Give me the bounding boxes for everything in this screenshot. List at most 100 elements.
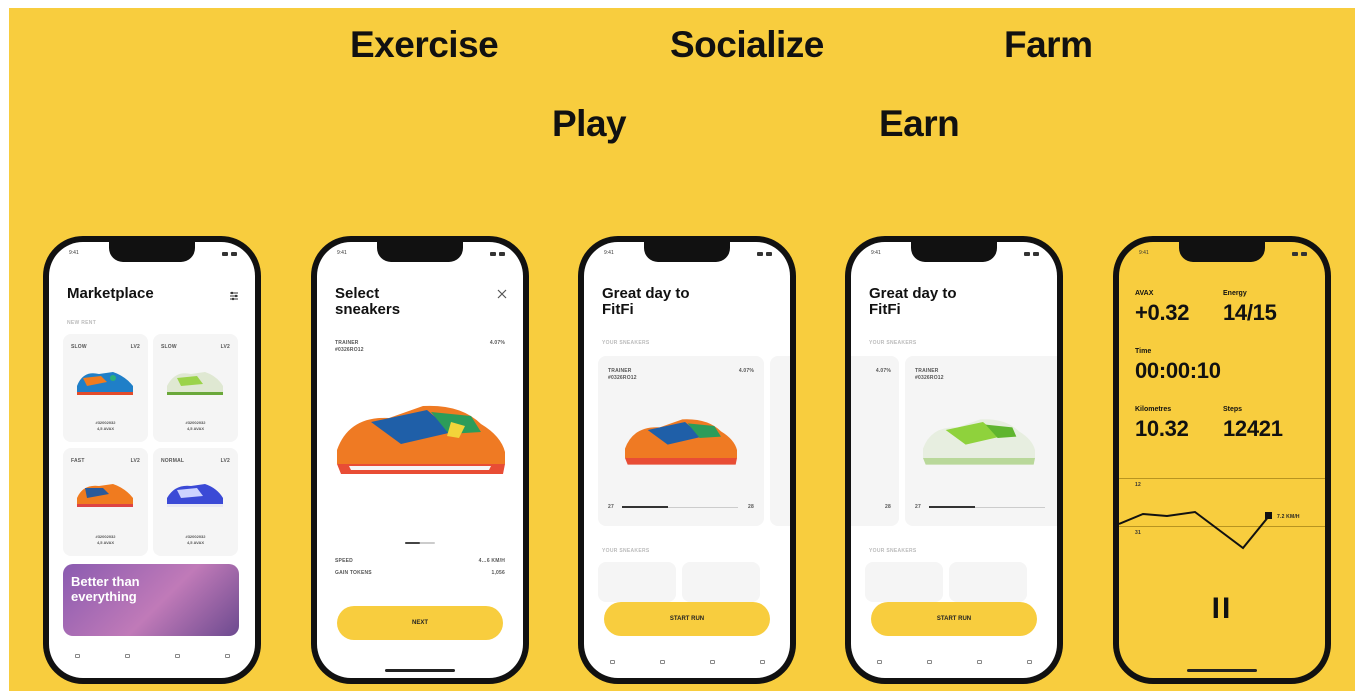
sneaker-card[interactable]: SLOW LV2 #32002032 4,5 AVAX	[153, 334, 238, 442]
sneaker-bonus: 4.07%	[738, 368, 754, 374]
promo-card[interactable]: Better than everything	[63, 564, 239, 636]
sneaker-id: #0326RO12	[608, 375, 637, 381]
card-speed: SLOW	[71, 344, 87, 350]
tab-shop-icon[interactable]	[925, 658, 933, 666]
phone-run-stats: 9:41 AVAX +0.32 Energy 14/15 Time 00:00:…	[1113, 236, 1331, 684]
card-price: 4,5 AVAX	[186, 426, 205, 431]
condition-slider	[929, 506, 1045, 508]
sneaker-image	[337, 405, 505, 474]
condition-slider	[622, 506, 738, 508]
tagline-farm: Farm	[1004, 24, 1093, 65]
sneaker-image	[77, 484, 133, 507]
tab-bar	[73, 652, 231, 660]
select-screen: 9:41 Select sneakers TRAINER #0326RO12 4…	[317, 242, 523, 678]
phone-notch	[377, 242, 463, 262]
phone-notch	[644, 242, 730, 262]
tab-wallet-icon[interactable]	[708, 658, 716, 666]
km-value: 10.32	[1135, 416, 1189, 441]
tab-run-icon[interactable]	[875, 658, 883, 666]
sneaker-image	[625, 419, 737, 465]
sneaker-card[interactable]: NORMAL LV2 #32002032 4,5 AVAX	[153, 448, 238, 556]
fitfi-screen: 9:41 Great day to FitFi YOUR SNEAKERS 4.…	[851, 242, 1057, 678]
tagline-play: Play	[552, 103, 627, 144]
sneaker-image	[167, 372, 223, 395]
tab-profile-icon[interactable]	[223, 652, 231, 660]
battery-icon	[1033, 252, 1039, 256]
slot-card[interactable]	[865, 562, 943, 602]
range-max: 28	[885, 504, 891, 510]
battery-icon	[499, 252, 505, 256]
status-time: 9:41	[337, 250, 347, 256]
status-time: 9:41	[69, 250, 79, 256]
section-label: YOUR SNEAKERS	[602, 548, 650, 554]
card-level: LV2	[130, 458, 140, 464]
phone-notch	[109, 242, 195, 262]
status-time: 9:41	[604, 250, 614, 256]
sneaker-card-next[interactable]	[770, 356, 790, 526]
sneaker-card-prev[interactable]: 4.07% 28	[851, 356, 899, 526]
card-level: LV2	[220, 458, 230, 464]
sneaker-card[interactable]: SLOW LV2 #32002032 4,5 AVAX	[63, 334, 148, 442]
phone-marketplace: 9:41 Marketplace NEW RENT SLOW LV2 #32002…	[43, 236, 261, 684]
page-title: Select sneakers	[335, 285, 401, 318]
card-price: 4,5 AVAX	[186, 540, 205, 545]
phone-fitfi-1: 9:41 Great day to FitFi YOUR SNEAKERS TR…	[578, 236, 796, 684]
tab-wallet-icon[interactable]	[975, 658, 983, 666]
carousel-indicator	[405, 542, 435, 544]
signal-icon	[490, 252, 496, 256]
sneaker-card[interactable]: TRAINER #0326RO12 4.07% 27 28	[598, 356, 764, 526]
slot-card[interactable]	[949, 562, 1027, 602]
battery-icon	[231, 252, 237, 256]
pause-button[interactable]: II	[1119, 592, 1325, 626]
close-icon[interactable]	[497, 286, 507, 299]
sneaker-card[interactable]: TRAINER #0326RO12 27	[905, 356, 1057, 526]
battery-icon	[1301, 252, 1307, 256]
signal-icon	[1292, 252, 1298, 256]
sneaker-image	[77, 372, 133, 395]
start-run-button[interactable]: START RUN	[604, 602, 770, 636]
run-screen: 9:41 AVAX +0.32 Energy 14/15 Time 00:00:…	[1119, 242, 1325, 678]
sneaker-name: TRAINER	[915, 368, 939, 374]
sneaker-image	[923, 419, 1035, 465]
sneaker-image	[167, 484, 223, 507]
pace-chart: 12 31 7.2 KM/H	[1119, 478, 1325, 558]
section-label: NEW RENT	[67, 320, 97, 326]
battery-icon	[766, 252, 772, 256]
signal-icon	[222, 252, 228, 256]
slot-card[interactable]	[682, 562, 760, 602]
avax-value: +0.32	[1135, 300, 1190, 325]
gain-label: GAIN TOKENS	[335, 570, 372, 576]
range-min: 27	[915, 504, 921, 510]
sneaker-id: #0326RO12	[915, 375, 944, 381]
phone-notch	[1179, 242, 1265, 262]
status-time: 9:41	[1139, 250, 1149, 256]
card-speed: NORMAL	[161, 458, 185, 464]
filter-icon[interactable]	[229, 288, 239, 301]
start-run-button[interactable]: START RUN	[871, 602, 1037, 636]
sneaker-card[interactable]: FAST LV2 #32002032 4,5 AVAX	[63, 448, 148, 556]
page-title: Marketplace	[67, 285, 154, 302]
signal-icon	[757, 252, 763, 256]
tab-profile-icon[interactable]	[758, 658, 766, 666]
tab-shop-icon[interactable]	[123, 652, 131, 660]
section-label: YOUR SNEAKERS	[869, 548, 917, 554]
sneaker-name: TRAINER	[608, 368, 632, 374]
page-title: Great day to FitFi	[602, 285, 690, 318]
section-label: YOUR SNEAKERS	[869, 340, 917, 346]
tab-home-icon[interactable]	[73, 652, 81, 660]
next-button[interactable]: NEXT	[337, 606, 503, 640]
tab-shop-icon[interactable]	[658, 658, 666, 666]
promo-text: Better than everything	[71, 574, 140, 604]
energy-label: Energy	[1223, 290, 1247, 297]
tab-wallet-icon[interactable]	[173, 652, 181, 660]
card-level: LV2	[130, 344, 140, 350]
section-label: YOUR SNEAKERS	[602, 340, 650, 346]
slot-card[interactable]	[598, 562, 676, 602]
card-price: 4,5 AVAX	[96, 540, 115, 545]
time-value: 00:00:10	[1135, 358, 1221, 383]
tab-run-icon[interactable]	[608, 658, 616, 666]
tagline-socialize: Socialize	[670, 24, 824, 65]
tab-profile-icon[interactable]	[1025, 658, 1033, 666]
home-indicator	[1187, 669, 1257, 672]
phone-fitfi-2: 9:41 Great day to FitFi YOUR SNEAKERS 4.…	[845, 236, 1063, 684]
